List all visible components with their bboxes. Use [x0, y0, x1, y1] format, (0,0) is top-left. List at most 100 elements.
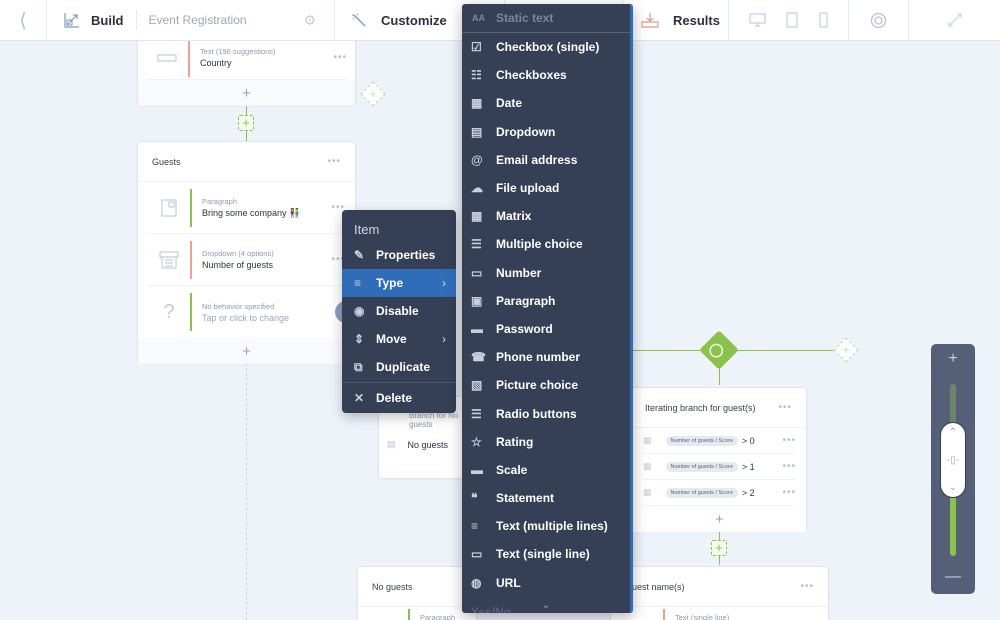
gear-icon[interactable]: ⚙ — [303, 12, 316, 29]
menu-title: Item — [354, 222, 380, 237]
add-step-button[interactable]: + — [238, 115, 254, 131]
menu-item-duplicate[interactable]: ⧉ Duplicate — [342, 353, 456, 381]
add-question-button[interactable]: + — [138, 80, 355, 106]
menu-item-phone-number[interactable]: ☎ Phone number — [462, 343, 630, 371]
question-mark-icon: ? — [163, 300, 175, 323]
menu-item-type[interactable]: ≡ Type › — [342, 269, 456, 297]
menu-item-email-address[interactable]: @ Email address — [462, 146, 630, 174]
menu-item-label: Radio buttons — [496, 406, 577, 421]
menu-item-label: Checkbox (single) — [496, 40, 600, 55]
section-header: Iterating branch for guest(s) ••• — [633, 388, 806, 428]
menu-item-file-upload[interactable]: ☁ File upload — [462, 174, 630, 202]
country-card[interactable]: Text (196 suggestions) Country ••• + — [137, 35, 356, 106]
menu-item-label: Text (multiple lines) — [496, 519, 608, 534]
grid-icon: ▦ — [471, 209, 483, 224]
menu-item-delete[interactable]: ✕ Delete — [342, 384, 456, 412]
menu-item-label: Dropdown — [496, 124, 556, 139]
more-menu-icon[interactable]: ••• — [778, 402, 792, 413]
condition-row[interactable]: ▦ Number of guests / Score > 2 ••• — [643, 480, 796, 506]
menu-item-static-text[interactable]: AA Static text — [462, 4, 630, 33]
more-menu-icon[interactable]: ••• — [782, 461, 796, 472]
add-condition-button[interactable]: + — [633, 506, 806, 532]
branch-icon: ▦ — [643, 435, 652, 445]
type-list: ☑ Checkbox (single) ☷ Checkboxes ▦ Date ▤ Dropd… — [462, 33, 630, 597]
menu-item-dropdown[interactable]: ▤ Dropdown — [462, 118, 630, 146]
more-menu-icon[interactable]: ••• — [333, 52, 347, 63]
lines-icon: ≡ — [354, 276, 362, 290]
build-tab[interactable]: Build Event Registration ⚙ — [47, 0, 335, 40]
scale-icon: ▬ — [471, 462, 483, 477]
question-row[interactable]: Dropdown (4 options) Number of guests ••… — [148, 234, 345, 286]
menu-item-picture-choice[interactable]: ▧ Picture choice — [462, 371, 630, 399]
desktop-icon[interactable] — [749, 13, 766, 27]
chevron-down-icon[interactable]: ⌄ — [462, 600, 630, 611]
phone-icon[interactable] — [819, 12, 828, 28]
menu-item-text-multiple-lines[interactable]: ≡ Text (multiple lines) — [462, 512, 630, 540]
tablet-icon[interactable] — [786, 12, 798, 28]
fullscreen-button[interactable] — [909, 0, 1000, 40]
condition-row[interactable]: ▦ Number of guests / Score > 1 ••• — [643, 454, 796, 480]
menu-item-number[interactable]: ▭ Number — [462, 259, 630, 287]
add-branch-button[interactable]: + — [833, 337, 859, 363]
menu-item-label: Date — [496, 96, 523, 111]
zoom-slider-handle[interactable]: ⌃ -▯- ⌄ — [940, 422, 966, 498]
results-tab[interactable]: Results — [623, 0, 729, 40]
form-name[interactable]: Event Registration — [149, 13, 304, 27]
menu-item-checkbox-single[interactable]: ☑ Checkbox (single) — [462, 33, 630, 61]
more-menu-icon[interactable]: ••• — [800, 581, 814, 592]
menu-item-password[interactable]: ▬ Password — [462, 315, 630, 343]
device-preview-group — [729, 0, 849, 40]
help-button[interactable] — [849, 0, 909, 40]
menu-item-label: URL — [496, 575, 521, 590]
flow-connector — [719, 365, 720, 385]
menu-item-url[interactable]: ◍ URL — [462, 569, 630, 597]
back-button[interactable]: ⟨ — [0, 0, 47, 40]
guests-card[interactable]: Guests ••• Paragraph Bring some company … — [137, 141, 357, 364]
menu-item-label: Number — [496, 265, 542, 280]
menu-item-move[interactable]: ⇕ Move › — [342, 325, 456, 353]
condition-row[interactable]: ▦ Number of guests / Score > 0 ••• — [643, 428, 796, 454]
add-question-button[interactable]: + — [138, 338, 355, 364]
add-branch-button[interactable]: + — [360, 81, 386, 107]
question-row[interactable]: Paragraph Bring some company 👫 ••• — [148, 182, 345, 234]
menu-item-disable[interactable]: ◉ Disable — [342, 297, 456, 325]
close-icon: ✕ — [354, 391, 365, 405]
menu-item-properties[interactable]: ✎ Properties — [342, 241, 456, 269]
section-title: Guests — [152, 156, 181, 167]
cloud-upload-icon: ☁ — [471, 181, 483, 196]
iterating-branch-card[interactable]: Iterating branch for guest(s) ••• ▦ Numb… — [632, 387, 807, 532]
zoom-out-button[interactable]: — — [931, 568, 975, 586]
section-title: Iterating branch for guest(s) — [645, 402, 756, 413]
menu-item-text-single-line[interactable]: ▭ Text (single line) — [462, 540, 630, 568]
status-bar — [190, 240, 192, 279]
menu-item-statement[interactable]: ❝ Statement — [462, 484, 630, 512]
dropdown-icon — [148, 251, 190, 269]
no-guests-section-card[interactable]: No guests Paragraph — [357, 566, 477, 620]
divider — [135, 10, 137, 30]
more-menu-icon[interactable]: ••• — [327, 156, 341, 167]
question-row[interactable]: ? No behavior specified Tap or click to … — [148, 286, 357, 338]
more-menu-icon[interactable]: ••• — [782, 487, 796, 498]
question-type: Text (196 suggestions) — [200, 47, 276, 56]
question-label: Number of guests — [202, 260, 274, 270]
status-bar — [190, 188, 192, 227]
more-menu-icon[interactable]: ••• — [782, 435, 796, 446]
menu-item-radio-buttons[interactable]: ☰ Radio buttons — [462, 399, 630, 427]
chevron-right-icon: › — [442, 276, 446, 290]
menu-item-rating[interactable]: ☆ Rating — [462, 428, 630, 456]
pencil-icon: ✎ — [354, 248, 365, 262]
star-icon: ☆ — [471, 434, 482, 449]
question-row[interactable]: Text (196 suggestions) Country ••• — [146, 36, 347, 80]
menu-item-multiple-choice[interactable]: ☰ Multiple choice — [462, 230, 630, 258]
menu-item-scale[interactable]: ▬ Scale — [462, 456, 630, 484]
add-step-button[interactable]: + — [711, 540, 727, 556]
condition-operator: > 1 — [741, 461, 755, 472]
menu-item-paragraph[interactable]: ▣ Paragraph — [462, 287, 630, 315]
menu-item-date[interactable]: ▦ Date — [462, 89, 630, 117]
dropdown-icon: ▤ — [471, 124, 483, 139]
guest-names-card[interactable]: Guest name(s) ••• Text (single line) — [610, 566, 829, 620]
menu-item-matrix[interactable]: ▦ Matrix — [462, 202, 630, 230]
menu-divider — [342, 382, 456, 383]
menu-item-checkboxes[interactable]: ☷ Checkboxes — [462, 61, 630, 89]
zoom-in-button[interactable]: + — [931, 350, 975, 368]
